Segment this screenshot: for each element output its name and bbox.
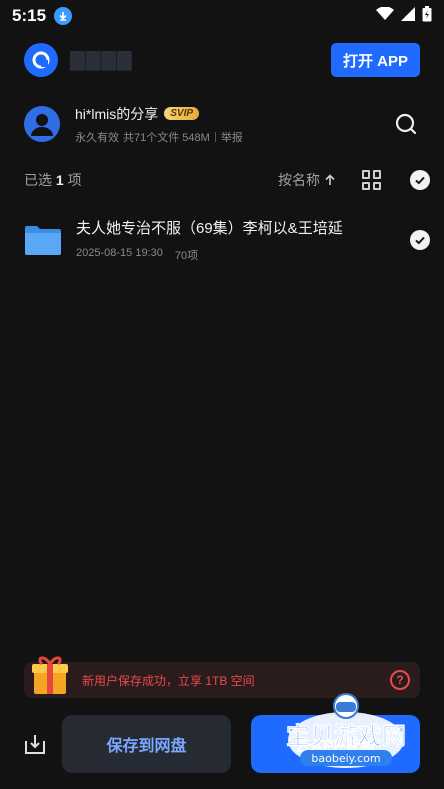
status-bar: 5:15 (0, 0, 444, 32)
list-toolbar: 已选 1 项 按名称 (0, 166, 444, 194)
bottom-action-bar: 保存到网盘 去APP查看 (0, 714, 444, 774)
item-checkbox[interactable] (410, 230, 430, 250)
divider (214, 131, 216, 142)
share-summary: 共71个文件 548M (123, 131, 210, 144)
download-icon[interactable] (24, 733, 46, 755)
open-app-button[interactable]: 打开 APP (330, 43, 420, 77)
folder-icon (24, 224, 62, 256)
share-info: hi*lmis的分享 SVIP 永久有效 共71个文件 548M 举报 (0, 102, 444, 146)
grid-view-icon[interactable] (362, 170, 382, 190)
select-all-checkbox[interactable] (410, 170, 430, 190)
app-logo-icon (24, 43, 58, 77)
arrow-up-icon (325, 174, 335, 185)
save-to-drive-button[interactable]: 保存到网盘 (62, 715, 231, 773)
app-header: ▇▇▇▇ 打开 APP (0, 40, 444, 80)
open-in-app-button[interactable]: 去APP查看 (251, 715, 420, 773)
svip-badge: SVIP (164, 107, 200, 120)
search-icon[interactable] (392, 110, 420, 138)
status-time: 5:15 (12, 6, 47, 25)
download-notification-icon (54, 7, 73, 25)
selected-prefix: 已选 (24, 172, 52, 188)
sort-label: 按名称 (278, 172, 320, 188)
gift-icon (30, 652, 70, 696)
selected-number: 1 (55, 172, 64, 188)
file-date: 2025-08-15 19:30 (76, 247, 163, 259)
file-name: 夫人她专治不服（69集）李柯以&王培延 (76, 220, 343, 237)
banner-text: 新用户保存成功，立享 1TB 空间 (82, 673, 255, 688)
wifi-icon (376, 5, 394, 26)
signal-icon (401, 6, 415, 26)
share-validity: 永久有效 (75, 131, 119, 144)
help-icon[interactable]: ? (390, 670, 410, 690)
list-item[interactable]: 夫人她专治不服（69集）李柯以&王培延 2025-08-15 19:30 70项 (0, 214, 444, 266)
share-title: hi*lmis的分享 (75, 105, 159, 122)
report-link[interactable]: 举报 (221, 129, 243, 145)
selected-suffix: 项 (67, 172, 82, 188)
file-count: 70项 (174, 250, 199, 262)
avatar[interactable] (24, 106, 60, 142)
app-logo-wordmark: ▇▇▇▇ (70, 49, 133, 71)
sort-button[interactable]: 按名称 (278, 170, 336, 190)
selected-count: 已选 1 项 (24, 170, 82, 190)
battery-icon (422, 5, 432, 27)
promo-banner[interactable]: 新用户保存成功，立享 1TB 空间 ? (24, 656, 420, 698)
